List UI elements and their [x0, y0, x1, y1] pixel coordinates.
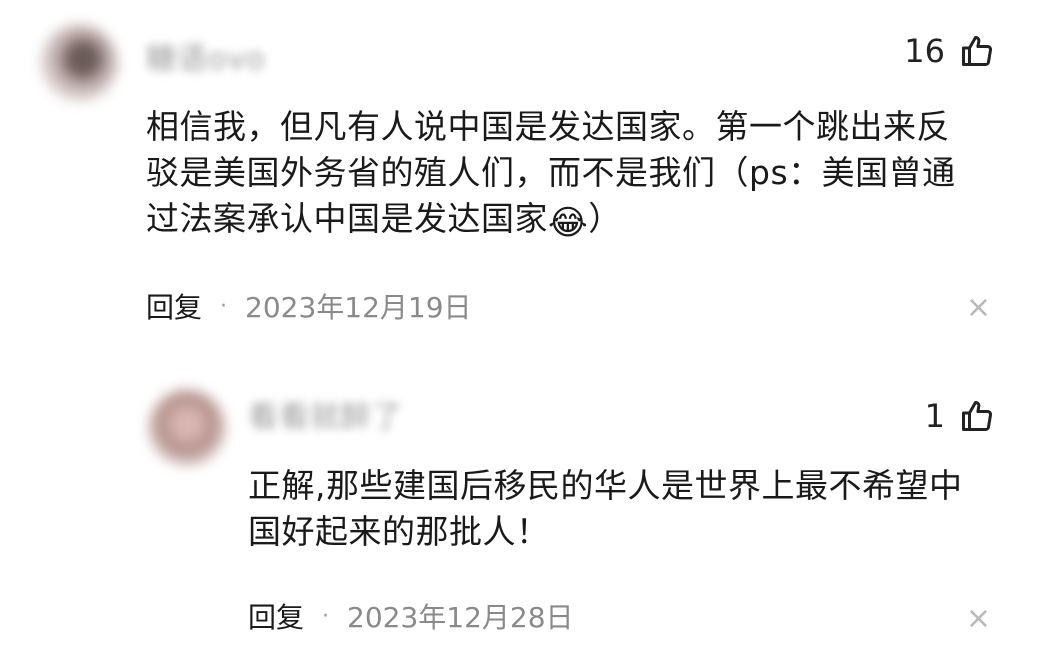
comment-text-line: 过法案承认中国是发达国家😂）: [146, 196, 1006, 242]
username[interactable]: 看看就醉了: [248, 392, 403, 436]
like-count: 1: [924, 397, 945, 435]
avatar[interactable]: [40, 24, 118, 102]
comment-date: 2023年12月19日: [245, 291, 472, 324]
username[interactable]: 糖语ovo: [146, 34, 265, 78]
close-icon[interactable]: ×: [966, 601, 991, 636]
like-count: 16: [904, 32, 945, 70]
thumb-up-icon[interactable]: [959, 33, 995, 69]
thumb-up-icon[interactable]: [959, 398, 995, 434]
comment-text: 相信我，但凡有人说中国是发达国家。第一个跳出来反 驳是美国外务省的殖人们，而不是…: [146, 104, 1006, 242]
comment-date: 2023年12月28日: [347, 601, 574, 634]
separator-dot: ·: [322, 603, 330, 629]
comment-text-line: 相信我，但凡有人说中国是发达国家。第一个跳出来反: [146, 107, 950, 146]
reply-button[interactable]: 回复: [248, 596, 304, 636]
comment-text: 正解,那些建国后移民的华人是世界上最不希望中 国好起来的那批人！: [248, 463, 1008, 555]
separator-dot: ·: [220, 293, 228, 319]
comment-text-segment: 过法案承认中国是发达国家: [146, 199, 548, 238]
laughing-emoji-icon: 😂: [548, 203, 589, 243]
close-icon[interactable]: ×: [966, 290, 991, 325]
comment-text-segment: ）: [588, 199, 622, 238]
comment-text-line: 国好起来的那批人！: [248, 512, 550, 551]
like-button[interactable]: 16: [904, 32, 995, 70]
avatar[interactable]: [148, 389, 226, 467]
comment-meta: 回复 · 2023年12月28日: [248, 596, 574, 636]
reply-comment: 看看就醉了 1 正解,那些建国后移民的华人是世界上最不希望中 国好起来的那批人！…: [0, 345, 1037, 670]
comment-text-line: 正解,那些建国后移民的华人是世界上最不希望中: [248, 466, 963, 505]
comment-text-line: 驳是美国外务省的殖人们，而不是我们（ps：美国曾通: [146, 153, 956, 192]
like-button[interactable]: 1: [925, 397, 995, 435]
comment: 糖语ovo 16 相信我，但凡有人说中国是发达国家。第一个跳出来反 驳是美国外务…: [0, 0, 1037, 345]
reply-button[interactable]: 回复: [146, 286, 202, 326]
comment-meta: 回复 · 2023年12月19日: [146, 286, 472, 326]
